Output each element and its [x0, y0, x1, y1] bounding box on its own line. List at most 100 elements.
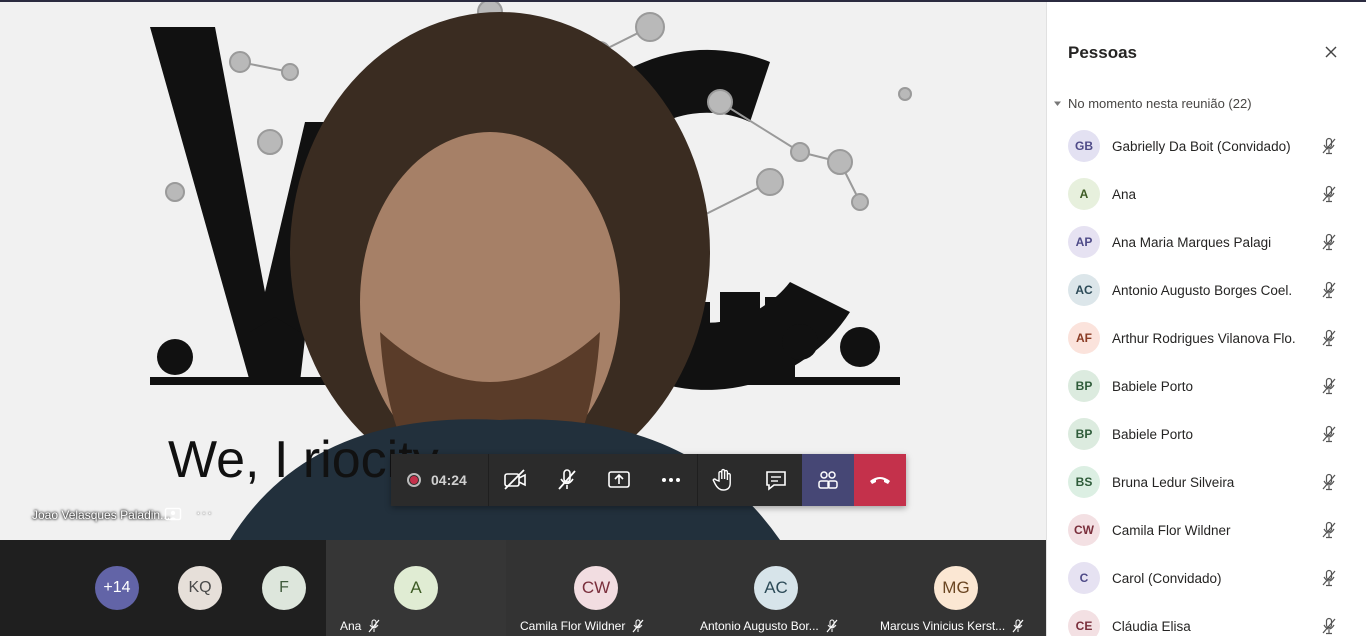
mic-muted-icon[interactable]	[1320, 377, 1338, 395]
mic-muted-icon	[368, 619, 380, 633]
participant-name: Ana Maria Marques Palagi	[1112, 234, 1272, 250]
people-panel: Pessoas No momento nesta reunião (22) GB…	[1046, 2, 1366, 636]
overflow-count: +14	[103, 579, 131, 596]
recording-indicator: 04:24	[391, 454, 489, 506]
presenter-icon	[164, 507, 182, 521]
participant-row[interactable]: CW Camila Flor Wildner	[1047, 506, 1366, 554]
mic-muted-icon	[1012, 619, 1024, 633]
call-controls-bar: 04:24	[391, 454, 906, 506]
mic-muted-icon[interactable]	[1320, 617, 1338, 635]
recording-timer: 04:24	[431, 472, 467, 488]
chevron-down-icon	[1054, 101, 1061, 106]
participant-name: Antonio Augusto Borges Coel.	[1112, 282, 1293, 298]
participant-row[interactable]: BP Babiele Porto	[1047, 362, 1366, 410]
tile-name: Camila Flor Wildner	[520, 619, 645, 633]
participant-name: Antonio Augusto Bor...	[700, 619, 819, 633]
participant-row[interactable]: BP Babiele Porto	[1047, 410, 1366, 458]
participant-row[interactable]: C Carol (Convidado)	[1047, 554, 1366, 602]
mic-toggle-button[interactable]	[541, 454, 593, 506]
main-video-stage: We, I riocity Joao Velasques Paladin... …	[0, 2, 1046, 540]
avatar: C	[1068, 562, 1100, 594]
avatar: CE	[1068, 610, 1100, 636]
participant-avatar-f[interactable]: F	[262, 566, 306, 610]
avatar: BP	[1068, 370, 1100, 402]
participant-avatar-kq[interactable]: KQ	[178, 566, 222, 610]
mic-muted-icon[interactable]	[1320, 233, 1338, 251]
avatar: GB	[1068, 130, 1100, 162]
mic-muted-icon	[826, 619, 838, 633]
avatar: MG	[934, 566, 978, 610]
participant-tile-camila[interactable]: CW Camila Flor Wildner	[506, 540, 686, 636]
mic-muted-icon[interactable]	[1320, 281, 1338, 299]
mic-muted-icon[interactable]	[1320, 137, 1338, 155]
avatar: AC	[754, 566, 798, 610]
tile-name: Antonio Augusto Bor...	[700, 619, 839, 633]
participant-name: Bruna Ledur Silveira	[1112, 474, 1235, 490]
close-icon[interactable]	[1323, 44, 1339, 60]
participant-name: Marcus Vinicius Kerst...	[880, 619, 1006, 633]
overflow-participants-avatar[interactable]: +14	[95, 566, 139, 610]
section-label: No momento nesta reunião (22)	[1068, 96, 1252, 111]
ellipsis-icon	[662, 478, 680, 482]
share-screen-button[interactable]	[593, 454, 645, 506]
participant-name: Babiele Porto	[1112, 378, 1194, 394]
mic-muted-icon[interactable]	[1320, 521, 1338, 539]
avatar-initials: F	[279, 579, 289, 596]
avatar: CW	[574, 566, 618, 610]
speaker-more-options[interactable]: ···	[196, 504, 213, 520]
avatar: AF	[1068, 322, 1100, 354]
people-icon	[818, 471, 838, 489]
participant-name: Arthur Rodrigues Vilanova Flo.	[1112, 330, 1296, 346]
participant-row[interactable]: BS Bruna Ledur Silveira	[1047, 458, 1366, 506]
participants-button[interactable]	[802, 454, 854, 506]
avatar-initials: CW	[581, 578, 611, 597]
panel-title: Pessoas	[1068, 43, 1137, 62]
mic-muted-icon[interactable]	[1320, 329, 1338, 347]
avatar: A	[1068, 178, 1100, 210]
participant-row[interactable]: CE Cláudia Elisa	[1047, 602, 1366, 636]
hang-up-button[interactable]	[854, 454, 906, 506]
tile-name: Ana	[340, 619, 381, 633]
chat-button[interactable]	[750, 454, 802, 506]
participant-row[interactable]: GB Gabrielly Da Boit (Convidado)	[1047, 122, 1366, 170]
participant-row[interactable]: A Ana	[1047, 170, 1366, 218]
mic-muted-icon[interactable]	[1320, 185, 1338, 203]
participant-name: Carol (Convidado)	[1112, 570, 1222, 586]
teams-meeting-window: We, I riocity Joao Velasques Paladin... …	[0, 0, 1366, 636]
mic-muted-icon[interactable]	[1320, 425, 1338, 443]
avatar-initials: AC	[764, 578, 788, 597]
participant-tile-ana[interactable]: A Ana	[326, 540, 506, 636]
participant-row[interactable]: AP Ana Maria Marques Palagi	[1047, 218, 1366, 266]
camera-off-icon	[504, 469, 526, 490]
participant-tile-antonio[interactable]: AC Antonio Augusto Bor...	[686, 540, 866, 636]
participant-name: Ana	[340, 619, 362, 633]
participant-name: Camila Flor Wildner	[1112, 522, 1231, 538]
mic-off-icon	[558, 469, 576, 490]
more-actions-button[interactable]	[645, 454, 697, 506]
participant-name: Gabrielly Da Boit (Convidado)	[1112, 138, 1291, 154]
participant-name: Ana	[1112, 186, 1137, 202]
avatar: BP	[1068, 418, 1100, 450]
share-tray-icon	[608, 471, 630, 488]
avatar-initials: MG	[942, 578, 970, 597]
hand-icon	[712, 468, 731, 491]
phone-hangup-icon	[870, 477, 890, 484]
participant-strip: +14 KQ F A Ana CW Camila Flor Wildner AC…	[0, 540, 1046, 636]
recording-icon	[407, 473, 421, 487]
camera-toggle-button[interactable]	[489, 454, 541, 506]
raise-hand-button[interactable]	[698, 454, 750, 506]
participant-name: Cláudia Elisa	[1112, 618, 1191, 634]
participant-row[interactable]: AC Antonio Augusto Borges Coel.	[1047, 266, 1366, 314]
in-meeting-section-toggle[interactable]: No momento nesta reunião (22)	[1053, 96, 1252, 111]
speaker-name-label: Joao Velasques Paladin...	[32, 508, 171, 522]
participant-row[interactable]: AF Arthur Rodrigues Vilanova Flo.	[1047, 314, 1366, 362]
mic-muted-icon[interactable]	[1320, 473, 1338, 491]
avatar: AC	[1068, 274, 1100, 306]
avatar-initials: A	[410, 578, 422, 597]
avatar: CW	[1068, 514, 1100, 546]
mic-muted-icon[interactable]	[1320, 569, 1338, 587]
participant-name: Babiele Porto	[1112, 426, 1194, 442]
participant-name: Camila Flor Wildner	[520, 619, 626, 633]
avatar: BS	[1068, 466, 1100, 498]
participant-tile-marcus[interactable]: MG Marcus Vinicius Kerst...	[866, 540, 1046, 636]
